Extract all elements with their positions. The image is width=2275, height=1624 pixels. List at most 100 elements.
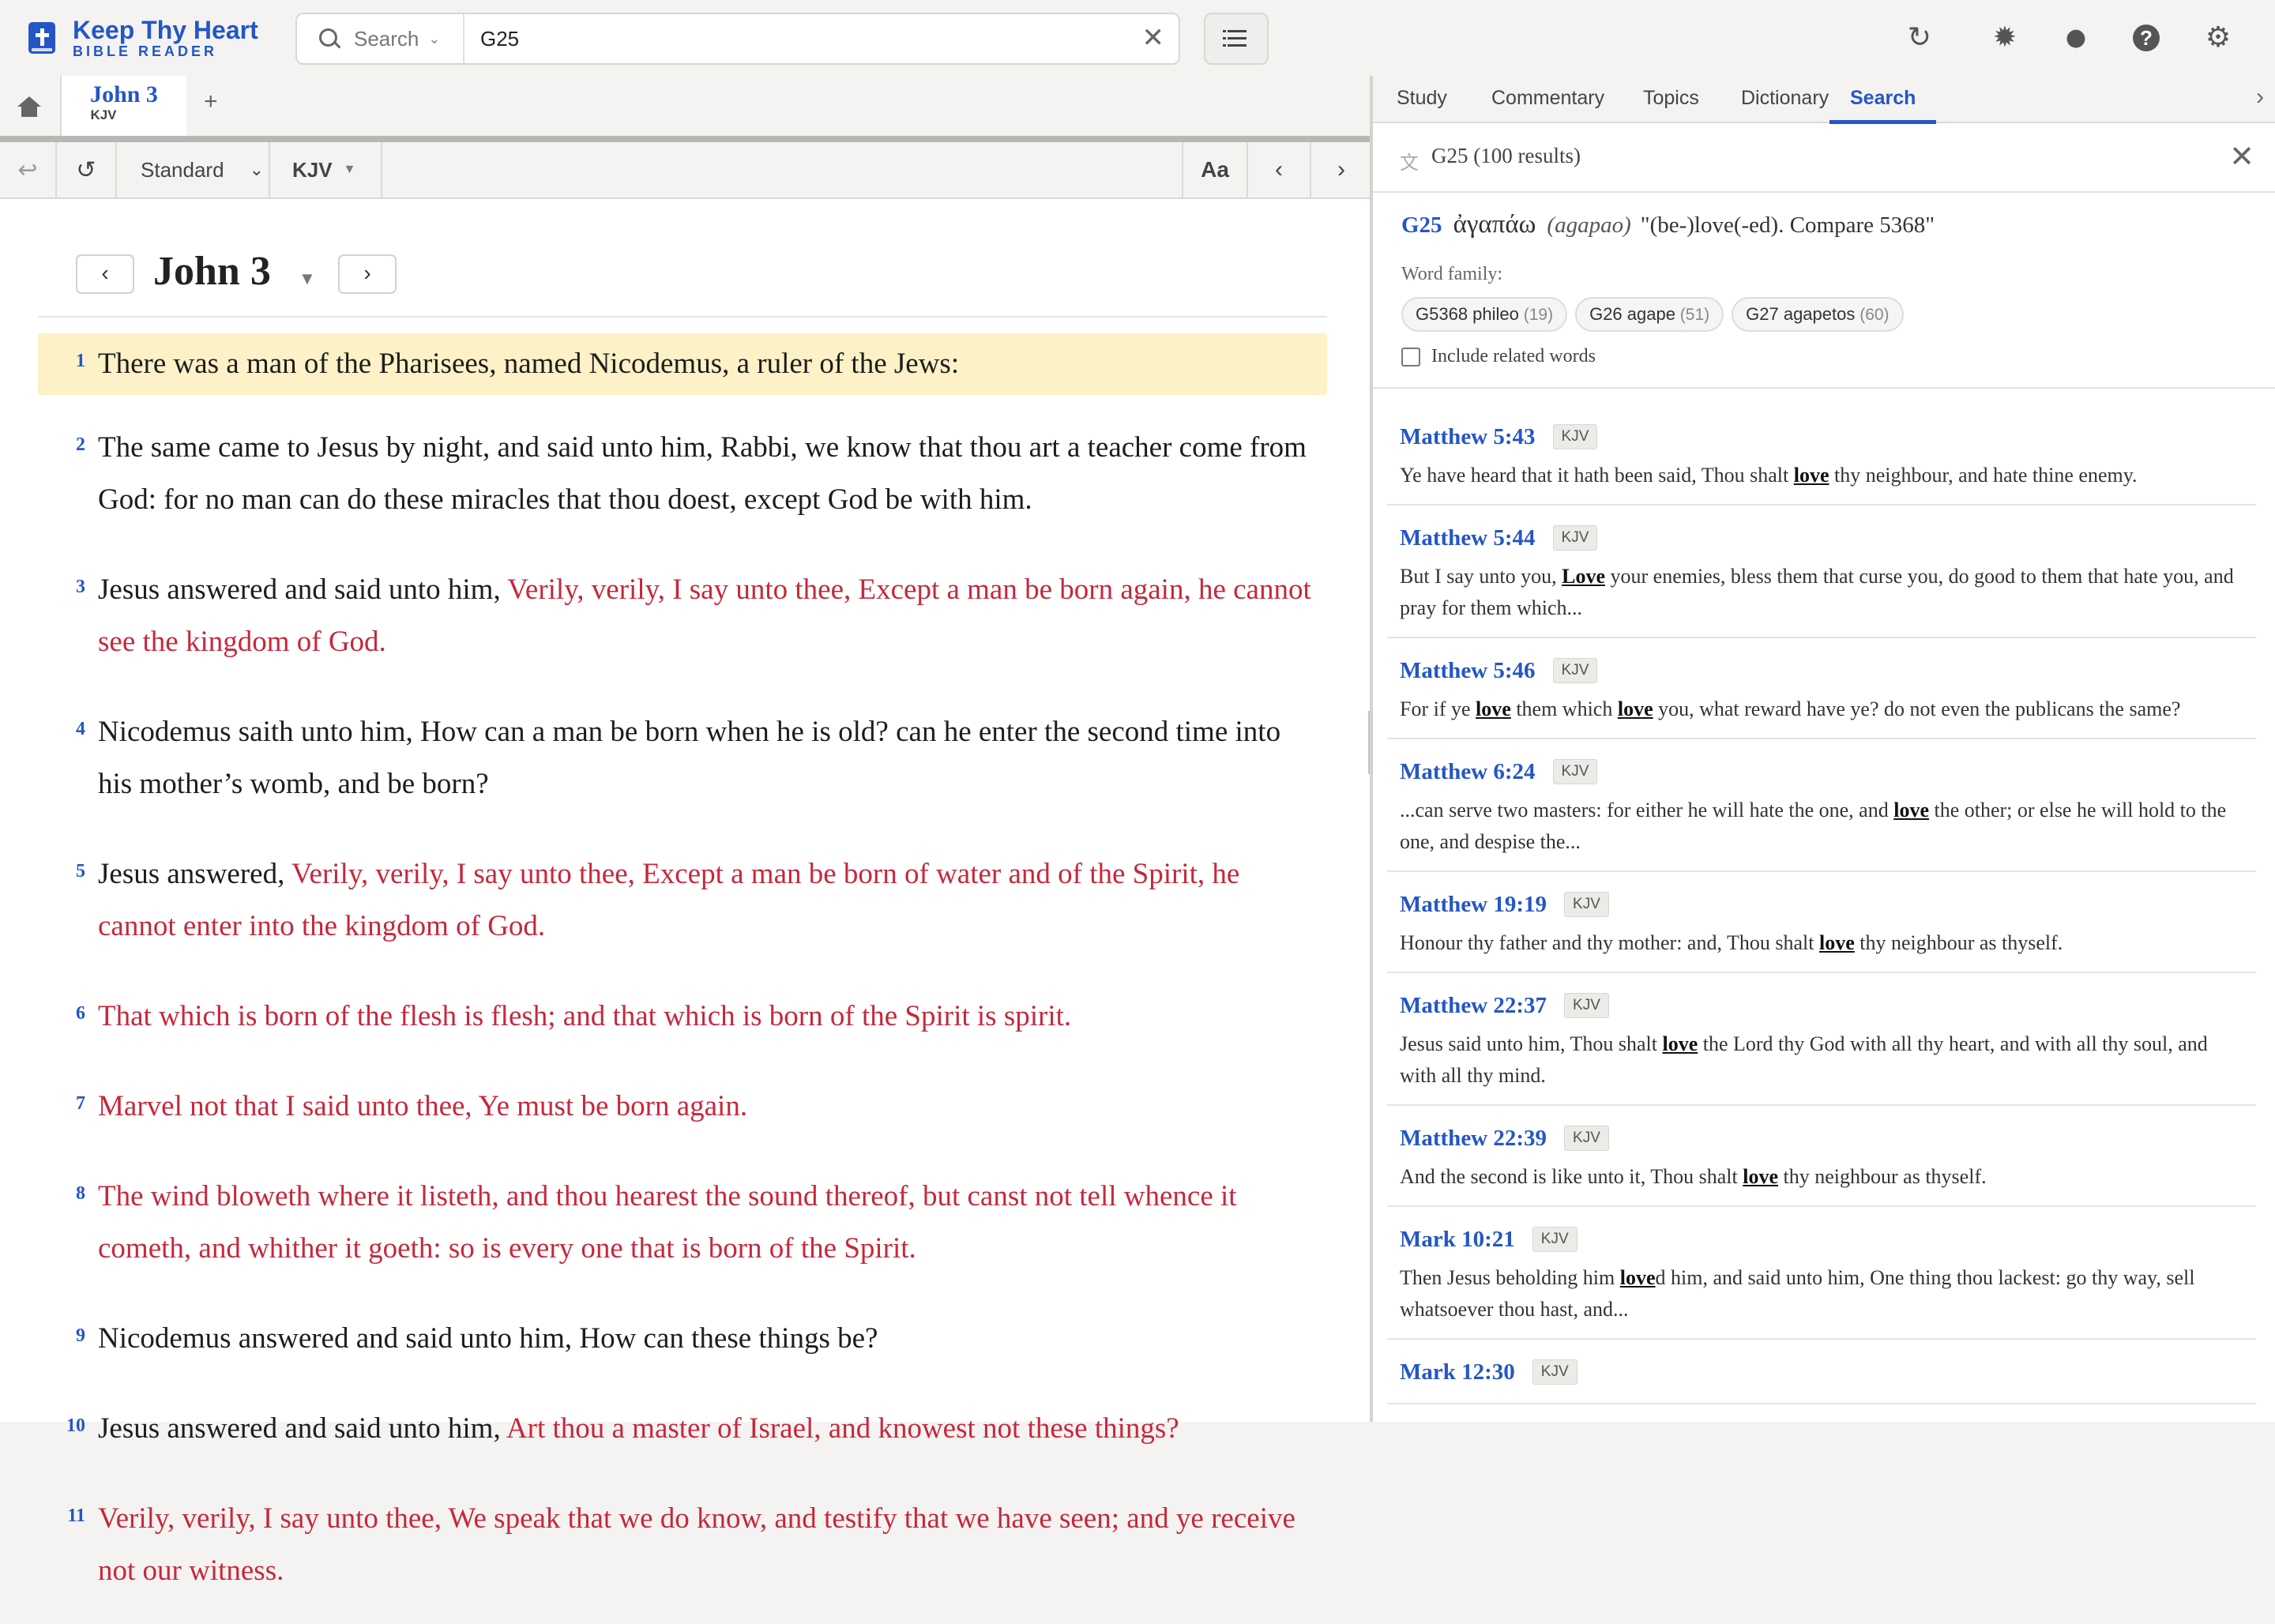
search-mode-dropdown[interactable]: Search ⌄ bbox=[297, 14, 464, 63]
home-tab[interactable] bbox=[0, 76, 62, 136]
word-family-chips: G5368 phileo (19) G26 agape (51) G27 agape… bbox=[1401, 297, 1912, 332]
word-family-chip[interactable]: G27 agapetos (60) bbox=[1732, 297, 1904, 332]
verse-number[interactable]: 3 bbox=[62, 564, 85, 610]
strongs-number[interactable]: G25 bbox=[1401, 212, 1442, 238]
verse-number[interactable]: 9 bbox=[62, 1313, 85, 1359]
chapter-next-button[interactable]: › bbox=[338, 254, 397, 294]
match-highlight: love bbox=[1619, 1266, 1656, 1289]
chip-count: (19) bbox=[1518, 306, 1554, 324]
chevron-down-icon: ⌄ bbox=[428, 30, 441, 47]
chevron-right-icon: › bbox=[363, 261, 371, 285]
verse[interactable]: 3 Jesus answered and said unto him, Veril… bbox=[38, 553, 1327, 679]
snippet-text: thy neighbour as thyself. bbox=[1854, 931, 2063, 954]
prev-chapter-button[interactable]: ‹ bbox=[1247, 142, 1310, 197]
result-reference[interactable]: Matthew 5:43 bbox=[1400, 424, 1536, 450]
search-result[interactable]: Mark 12:30 KJV bbox=[1387, 1340, 2256, 1404]
include-related-toggle[interactable]: Include related words bbox=[1401, 346, 1596, 367]
result-header: Matthew 22:39 KJV bbox=[1400, 1120, 2247, 1156]
word-family-label: Word family: bbox=[1401, 264, 1503, 284]
verse[interactable]: 2 The same came to Jesus by night, and sa… bbox=[38, 411, 1327, 537]
search-result[interactable]: Matthew 22:37 KJV Jesus said unto him, Tho… bbox=[1387, 973, 2256, 1106]
chevron-right-icon[interactable]: › bbox=[2256, 84, 2264, 111]
tab-topics[interactable]: Topics bbox=[1643, 84, 1699, 120]
chapter-title[interactable]: John 3 bbox=[153, 248, 271, 295]
chip-count: (60) bbox=[1855, 306, 1890, 324]
result-reference[interactable]: Matthew 5:44 bbox=[1400, 525, 1536, 551]
result-reference[interactable]: Matthew 22:37 bbox=[1400, 993, 1547, 1019]
verse-number[interactable]: 1 bbox=[62, 338, 85, 384]
help-icon[interactable]: ? bbox=[2133, 24, 2160, 51]
word-family-chip[interactable]: G26 agape (51) bbox=[1575, 297, 1724, 332]
result-reference[interactable]: Matthew 22:39 bbox=[1400, 1126, 1547, 1152]
close-icon[interactable]: ✕ bbox=[1142, 24, 1165, 52]
tab-study[interactable]: Study bbox=[1397, 84, 1447, 120]
format-select[interactable]: Standard ⌄ bbox=[117, 142, 270, 197]
result-reference[interactable]: Matthew 6:24 bbox=[1400, 759, 1536, 785]
verse[interactable]: 5 Jesus answered, Verily, verily, I say u… bbox=[38, 837, 1327, 964]
app-logo[interactable]: Keep Thy Heart BIBLE READER bbox=[28, 14, 258, 62]
search-result[interactable]: Matthew 6:24 KJV ...can serve two masters:… bbox=[1387, 739, 2256, 872]
search-result[interactable]: Matthew 5:43 KJV Ye have heard that it hat… bbox=[1387, 404, 2256, 506]
list-button[interactable] bbox=[1204, 13, 1269, 65]
next-chapter-button[interactable]: › bbox=[1310, 142, 1371, 197]
result-header: Matthew 5:43 KJV bbox=[1400, 419, 2247, 455]
verse-number[interactable]: 8 bbox=[62, 1171, 85, 1216]
snippet-text: Then Jesus beholding him bbox=[1400, 1266, 1620, 1289]
search-result[interactable]: Mark 10:21 KJV Then Jesus beholding him lo… bbox=[1387, 1207, 2256, 1340]
undo-button[interactable]: ↩ bbox=[0, 142, 57, 197]
reader-pane: John 3 KJV + ↩ ↺ Standard ⌄ KJV ▼ Aa ‹ ›… bbox=[0, 76, 1370, 1587]
search-result[interactable]: Matthew 5:46 KJV For if ye love them which… bbox=[1387, 638, 2256, 739]
verse[interactable]: 9 Nicodemus answered and said unto him, H… bbox=[38, 1302, 1327, 1376]
translate-icon: 文 bbox=[1400, 152, 1419, 174]
match-highlight: love bbox=[1476, 697, 1511, 720]
search-result[interactable]: Matthew 22:39 KJV And the second is like u… bbox=[1387, 1106, 2256, 1207]
chapter-header: ‹ John 3 ▼ › bbox=[38, 249, 1327, 318]
tab-dictionary[interactable]: Dictionary bbox=[1741, 84, 1829, 120]
font-settings-button[interactable]: Aa bbox=[1182, 142, 1247, 197]
verse-number[interactable]: 2 bbox=[62, 422, 85, 468]
verse[interactable]: 6 That which is born of the flesh is fles… bbox=[38, 979, 1327, 1054]
tab-john-3[interactable]: John 3 KJV bbox=[62, 76, 186, 136]
result-reference[interactable]: Matthew 19:19 bbox=[1400, 892, 1547, 918]
history-button[interactable]: ↺ bbox=[57, 142, 117, 197]
version-select[interactable]: KJV ▼ bbox=[272, 142, 382, 197]
result-reference[interactable]: Matthew 5:46 bbox=[1400, 658, 1536, 684]
query-summary: G25 (100 results) bbox=[1431, 144, 1581, 167]
add-tab-button[interactable]: + bbox=[204, 88, 218, 115]
verse-number[interactable]: 5 bbox=[62, 848, 85, 894]
gear-icon[interactable]: ⚙ bbox=[2202, 22, 2234, 54]
close-icon[interactable]: ✕ bbox=[2229, 139, 2254, 175]
refresh-icon[interactable]: ↻ bbox=[1904, 22, 1935, 54]
verse[interactable]: 1 There was a man of the Pharisees, named… bbox=[38, 333, 1327, 395]
verse-number[interactable]: 11 bbox=[62, 1493, 85, 1539]
theme-icon[interactable]: ✹ bbox=[1989, 22, 2021, 54]
chat-icon[interactable]: ● bbox=[2060, 22, 2092, 54]
version-badge: KJV bbox=[1532, 1227, 1577, 1252]
verse-number[interactable]: 4 bbox=[62, 706, 85, 752]
search-result[interactable]: Matthew 19:19 KJV Honour thy father and th… bbox=[1387, 872, 2256, 973]
chevron-left-icon: ‹ bbox=[1275, 156, 1283, 182]
search-result[interactable]: Matthew 5:44 KJV But I say unto you, Love … bbox=[1387, 506, 2256, 638]
tab-search[interactable]: Search bbox=[1829, 84, 1937, 124]
include-related-checkbox[interactable] bbox=[1401, 347, 1420, 367]
verse[interactable]: 11 Verily, verily, I say unto thee, We sp… bbox=[38, 1482, 1327, 1608]
word-family-chip[interactable]: G5368 phileo (19) bbox=[1401, 297, 1568, 332]
result-reference[interactable]: Mark 12:30 bbox=[1400, 1359, 1515, 1385]
history-icon: ↺ bbox=[76, 156, 96, 183]
tab-commentary[interactable]: Commentary bbox=[1491, 84, 1604, 120]
verse[interactable]: 4 Nicodemus saith unto him, How can a man… bbox=[38, 695, 1327, 821]
search-results: Matthew 5:43 KJV Ye have heard that it hat… bbox=[1387, 404, 2256, 1404]
chapter-prev-button[interactable]: ‹ bbox=[76, 254, 134, 294]
undo-icon: ↩ bbox=[17, 156, 38, 183]
verse[interactable]: 7 Marvel not that I said unto thee, Ye mu… bbox=[38, 1070, 1327, 1144]
verse-number[interactable]: 6 bbox=[62, 991, 85, 1036]
result-snippet: For if ye love them which love you, what… bbox=[1400, 694, 2247, 725]
verse[interactable]: 10 Jesus answered and said unto him, Art … bbox=[38, 1392, 1327, 1466]
verse-number[interactable]: 10 bbox=[62, 1403, 85, 1449]
chevron-down-icon[interactable]: ▼ bbox=[299, 269, 316, 289]
result-reference[interactable]: Mark 10:21 bbox=[1400, 1227, 1515, 1253]
reader-toolbar: ↩ ↺ Standard ⌄ KJV ▼ Aa ‹ › bbox=[0, 142, 1370, 199]
search-input[interactable] bbox=[479, 22, 1098, 55]
verse-number[interactable]: 7 bbox=[62, 1081, 85, 1126]
verse[interactable]: 8 The wind bloweth where it listeth, and … bbox=[38, 1160, 1327, 1286]
